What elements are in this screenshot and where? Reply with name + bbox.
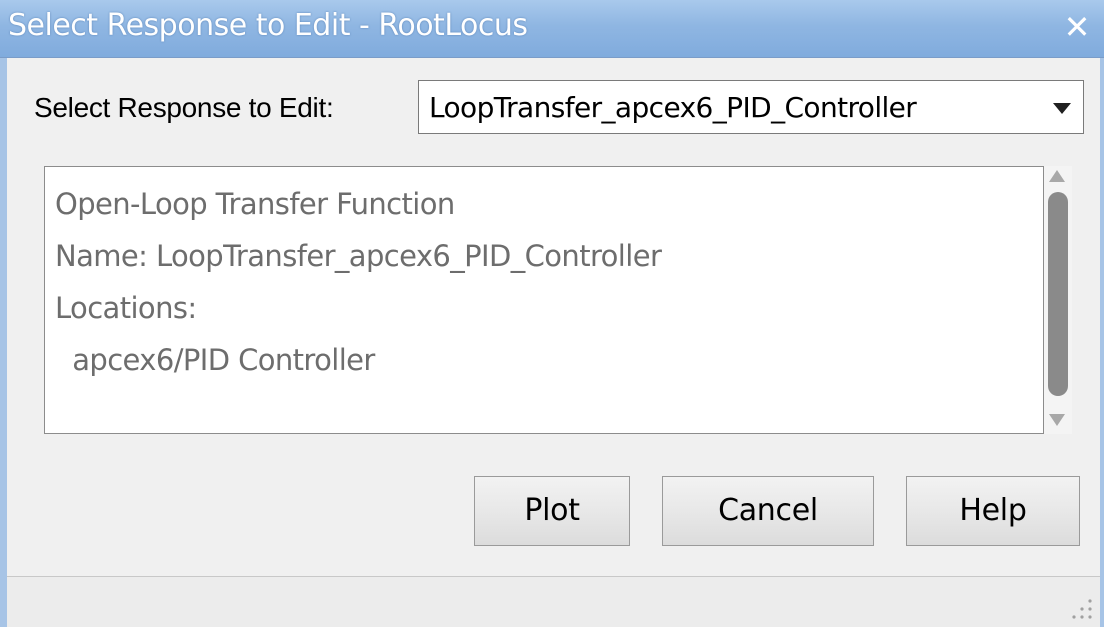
details-line-type: Open-Loop Transfer Function	[55, 187, 455, 221]
chevron-down-icon[interactable]	[1053, 103, 1071, 114]
window-title: Select Response to Edit - RootLocus	[8, 8, 528, 43]
response-details-textarea[interactable]: Open-Loop Transfer Function Name: LoopTr…	[44, 166, 1044, 434]
help-button[interactable]: Help	[906, 476, 1080, 546]
window-frame-left	[0, 58, 7, 627]
close-icon[interactable]: ✕	[1060, 10, 1094, 44]
dialog-window: Select Response to Edit - RootLocus ✕ Se…	[0, 0, 1104, 627]
response-dropdown[interactable]: LoopTransfer_apcex6_PID_Controller	[418, 80, 1084, 134]
status-bar	[7, 576, 1100, 627]
select-response-label: Select Response to Edit:	[34, 92, 334, 123]
scroll-down-arrow-icon[interactable]	[1049, 414, 1065, 426]
cancel-button[interactable]: Cancel	[662, 476, 874, 546]
plot-button[interactable]: Plot	[474, 476, 630, 546]
details-line-locations-label: Locations:	[55, 291, 197, 325]
title-bar[interactable]: Select Response to Edit - RootLocus ✕	[0, 0, 1104, 58]
response-dropdown-value: LoopTransfer_apcex6_PID_Controller	[429, 91, 917, 124]
details-scrollbar[interactable]	[1044, 166, 1072, 434]
details-line-location-path: apcex6/PID Controller	[55, 343, 375, 377]
window-frame-right	[1100, 58, 1104, 627]
scrollbar-thumb[interactable]	[1048, 192, 1068, 396]
scroll-up-arrow-icon[interactable]	[1049, 170, 1065, 182]
resize-grip-icon[interactable]	[1070, 597, 1094, 621]
details-line-name: Name: LoopTransfer_apcex6_PID_Controller	[55, 239, 662, 273]
